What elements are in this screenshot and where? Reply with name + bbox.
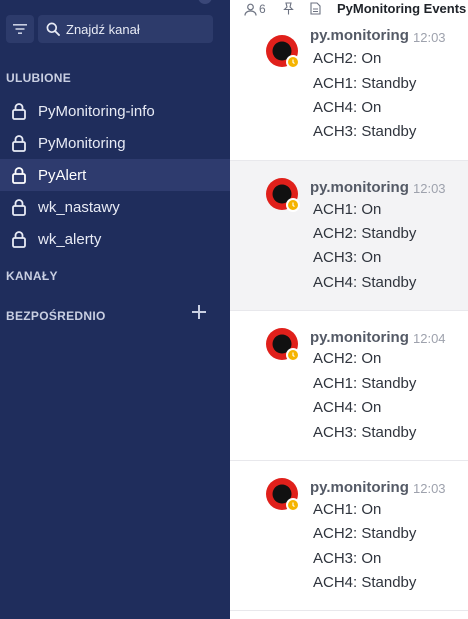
- lock-icon: [12, 231, 26, 248]
- sidebar-item-pyalert[interactable]: PyAlert: [0, 159, 230, 191]
- search-icon: [46, 22, 60, 36]
- members-button[interactable]: 6: [244, 2, 266, 16]
- lock-icon: [12, 199, 26, 216]
- message-author[interactable]: py.monitoring: [310, 179, 409, 196]
- message-line: ACH4: Standby: [313, 274, 417, 291]
- message-time: 12:03: [413, 181, 446, 196]
- filter-button[interactable]: [6, 15, 34, 43]
- sidebar-item-label: wk_alerty: [38, 230, 102, 248]
- sidebar-toolbar: [6, 14, 214, 44]
- message-time: 12:03: [413, 30, 446, 45]
- sidebar-item-pymonitoring-info[interactable]: PyMonitoring-info: [0, 95, 230, 127]
- add-direct-button[interactable]: [192, 305, 206, 319]
- message-line: ACH1: Standby: [313, 375, 417, 392]
- message-line: ACH2: Standby: [313, 225, 417, 242]
- section-favorites: ULUBIONE: [6, 71, 72, 85]
- lock-icon: [12, 167, 26, 184]
- message-line: ACH1: On: [313, 201, 382, 218]
- sidebar-item-wk-nastawy[interactable]: wk_nastawy: [0, 191, 230, 223]
- message-line: ACH4: On: [313, 399, 382, 416]
- message-line: ACH2: On: [313, 350, 382, 367]
- message-author[interactable]: py.monitoring: [310, 479, 409, 496]
- sidebar-item-label: wk_nastawy: [38, 198, 120, 216]
- message-time: 12:04: [413, 331, 446, 346]
- lock-icon: [12, 103, 26, 120]
- message-line: ACH1: On: [313, 501, 382, 518]
- avatar[interactable]: [266, 478, 300, 512]
- message-line: ACH4: On: [313, 99, 382, 116]
- message-line: ACH3: Standby: [313, 123, 417, 140]
- channel-search[interactable]: [38, 15, 213, 43]
- message-line: ACH2: On: [313, 50, 382, 67]
- search-input[interactable]: [66, 21, 206, 37]
- sidebar-item-label: PyMonitoring: [38, 134, 126, 152]
- message-line: ACH4: Standby: [313, 574, 417, 591]
- avatar[interactable]: [266, 35, 300, 69]
- message-line: ACH3: Standby: [313, 424, 417, 441]
- message[interactable]: py.monitoring 12:04 ACH2: On ACH1: Stand…: [230, 311, 468, 461]
- message-author[interactable]: py.monitoring: [310, 27, 409, 44]
- message-author[interactable]: py.monitoring: [310, 329, 409, 346]
- message[interactable]: py.monitoring 12:03 ACH2: On ACH1: Stand…: [230, 18, 468, 161]
- section-direct: BEZPOŚREDNIO: [6, 309, 106, 323]
- members-count: 6: [259, 2, 266, 16]
- user-icon: [244, 3, 257, 16]
- sidebar: ULUBIONE PyMonitoring-info PyMonitoring …: [0, 0, 230, 619]
- section-channels: KANAŁY: [6, 269, 58, 283]
- lock-icon: [12, 135, 26, 152]
- avatar[interactable]: [198, 0, 212, 4]
- sidebar-item-label: PyMonitoring-info: [38, 102, 155, 120]
- message-line: ACH3: On: [313, 550, 382, 567]
- pin-icon[interactable]: [282, 2, 295, 15]
- message-time: 12:03: [413, 481, 446, 496]
- room-header: 6 PyMonitoring Events: [230, 0, 468, 18]
- message[interactable]: py.monitoring 12:03 ACH1: On ACH2: Stand…: [230, 161, 468, 311]
- message-line: ACH2: Standby: [313, 525, 417, 542]
- message[interactable]: py.monitoring 12:03 ACH1: On ACH2: Stand…: [230, 461, 468, 611]
- room-title: PyMonitoring Events: [337, 1, 467, 16]
- sidebar-item-pymonitoring[interactable]: PyMonitoring: [0, 127, 230, 159]
- filter-icon: [13, 24, 27, 34]
- message-line: ACH1: Standby: [313, 75, 417, 92]
- sidebar-item-wk-alerty[interactable]: wk_alerty: [0, 223, 230, 255]
- sidebar-item-label: PyAlert: [38, 166, 87, 184]
- document-icon[interactable]: [310, 2, 321, 15]
- message-line: ACH3: On: [313, 249, 382, 266]
- avatar[interactable]: [266, 328, 300, 362]
- avatar[interactable]: [266, 178, 300, 212]
